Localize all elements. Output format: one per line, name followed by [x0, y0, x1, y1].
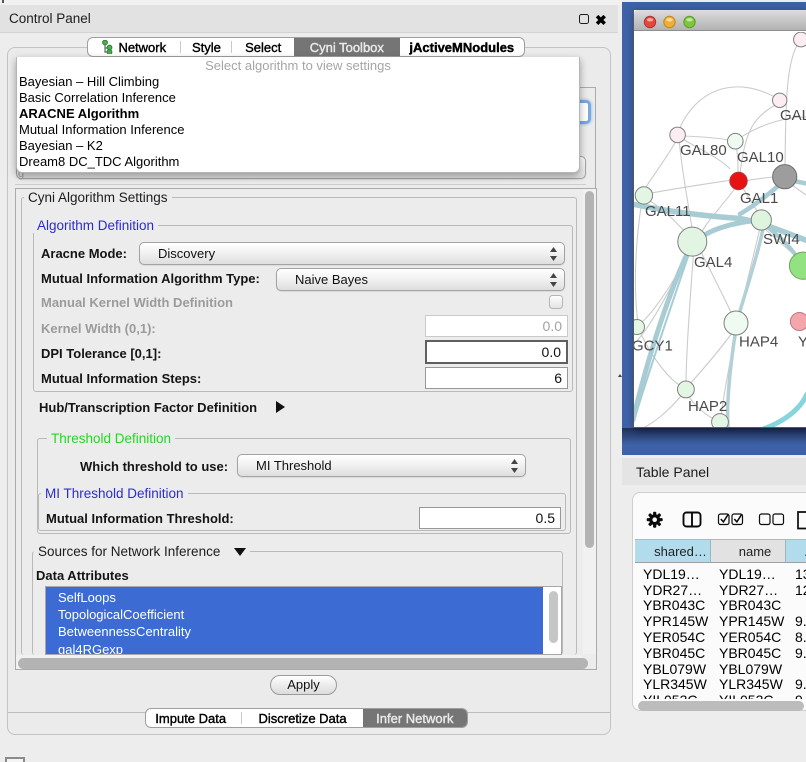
svg-text:SWI4: SWI4: [763, 231, 800, 248]
svg-text:HAP2: HAP2: [688, 398, 727, 415]
svg-text:GAL7: GAL7: [780, 107, 806, 124]
svg-text:GAL1: GAL1: [740, 190, 778, 207]
svg-text:GCY1: GCY1: [634, 338, 673, 355]
svg-text:GAL4: GAL4: [694, 254, 732, 271]
svg-text:GAL10: GAL10: [737, 149, 784, 166]
svg-text:GAL80: GAL80: [680, 142, 727, 159]
svg-text:HAP4: HAP4: [739, 334, 778, 351]
svg-text:GAL11: GAL11: [645, 203, 691, 220]
svg-text:Y: Y: [798, 334, 806, 351]
